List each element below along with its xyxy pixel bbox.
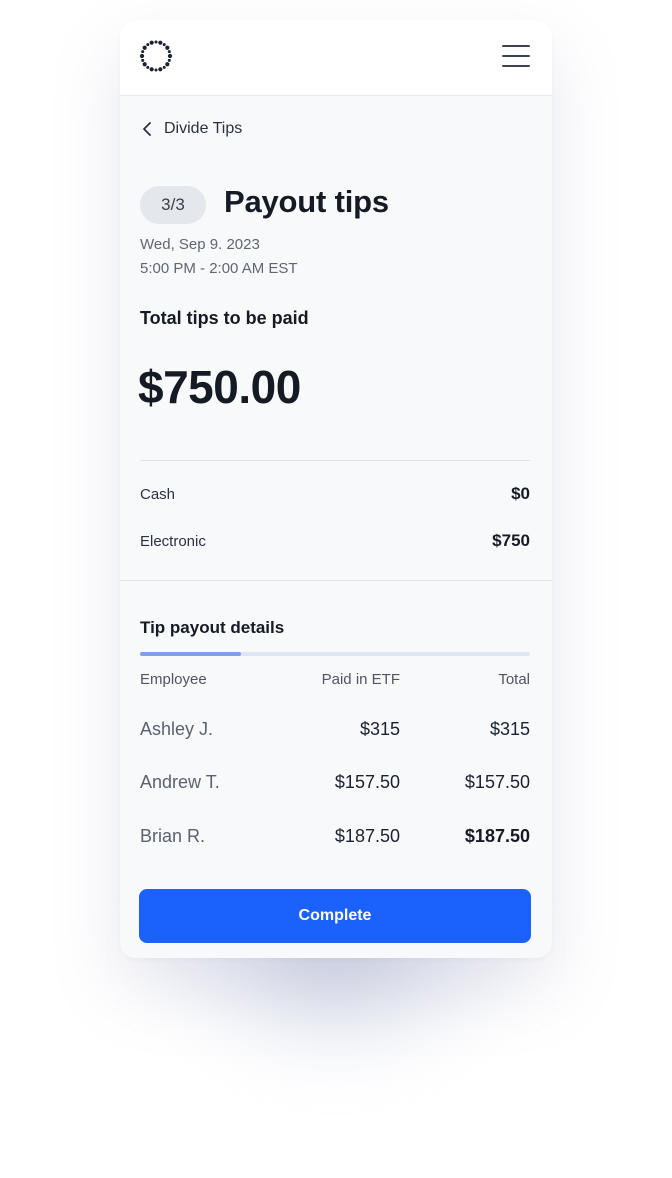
menu-line [502,55,530,57]
step-badge: 3/3 [140,186,206,224]
logo-dot [149,40,154,45]
complete-button[interactable]: Complete [139,889,531,943]
top-bar [120,20,552,96]
logo-dot [167,50,171,54]
cash-value: $0 [511,484,530,503]
total-amount: $187.50 [464,826,530,846]
logo-dot [162,65,166,69]
logo-dot [142,62,147,67]
logo-dot [142,45,147,50]
column-header-paid-etf: Paid in ETF [321,671,400,688]
table-row: Ashley J. $315 $315 [140,719,530,743]
logo-dot [165,62,170,67]
employee-name: Andrew T. [140,772,220,792]
employee-name: Ashley J. [140,719,214,739]
menu-line [502,45,530,47]
logo-dot [165,45,170,50]
logo-dot [154,40,158,44]
back-link[interactable]: Divide Tips [140,118,242,140]
shift-time-range: 5:00 PM - 2:00 AM EST [140,260,298,277]
table-row: Brian R. $187.50 $187.50 [140,826,530,850]
paid-etf-amount: $187.50 [334,826,400,846]
table-header: Employee Paid in ETF Total [140,671,530,691]
logo-dot [158,67,163,72]
details-progress-track [140,652,530,656]
logo-dot [139,53,145,59]
menu-line [502,65,530,67]
total-tips-amount: $750.00 [138,361,301,413]
total-tips-label: Total tips to be paid [140,308,309,328]
page-title: Payout tips [224,184,389,219]
shift-date: Wed, Sep 9. 2023 [140,236,260,253]
logo-dot [158,40,163,45]
paid-etf-amount: $157.50 [334,772,400,792]
paid-etf-amount: $315 [359,719,400,739]
column-header-employee: Employee [140,671,207,688]
electronic-label: Electronic [140,532,206,550]
logo-dot [146,65,150,69]
chevron-left-icon [143,122,151,136]
hamburger-menu-icon[interactable] [500,43,532,69]
section-divider [120,580,552,581]
phone-frame: Divide Tips 3/3 Payout tips Wed, Sep 9. … [120,20,552,958]
electronic-row: Electronic $750 [140,531,530,551]
payout-details-title: Tip payout details [140,618,285,637]
logo-dot [141,58,145,62]
logo-dot [167,58,171,62]
back-label: Divide Tips [164,120,243,137]
cash-row: Cash $0 [140,484,530,504]
logo-dot [146,43,150,47]
logo-dot [162,43,166,47]
logo-dot [149,67,154,72]
logo-dot [154,68,158,72]
divider [140,460,530,461]
details-progress-fill [140,652,242,656]
logo-dot [167,53,173,59]
electronic-value: $750 [492,531,530,550]
logo-dot [141,50,145,54]
employee-name: Brian R. [140,826,206,846]
total-amount: $157.50 [464,772,530,792]
total-amount: $315 [489,719,530,739]
column-header-total: Total [498,671,530,688]
dotted-ring-logo-icon[interactable] [138,38,174,74]
stage: Divide Tips 3/3 Payout tips Wed, Sep 9. … [0,0,672,1178]
cash-label: Cash [140,485,176,503]
table-row: Andrew T. $157.50 $157.50 [140,772,530,796]
